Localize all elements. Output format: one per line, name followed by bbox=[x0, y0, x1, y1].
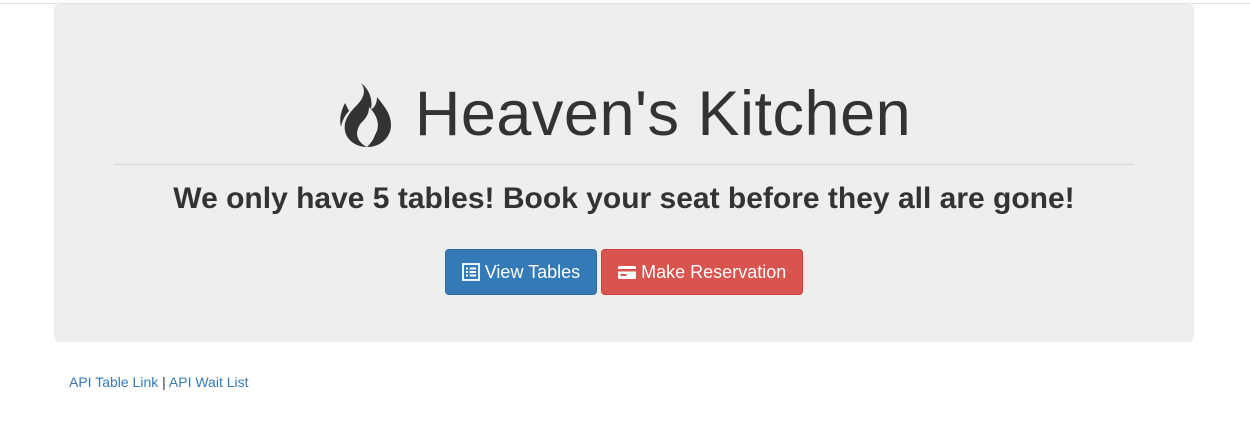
divider bbox=[114, 164, 1134, 165]
api-wait-list-link[interactable]: API Wait List bbox=[169, 374, 249, 390]
make-reservation-label: Make Reservation bbox=[641, 261, 787, 282]
footer-links: API Table Link | API Wait List bbox=[69, 374, 249, 390]
action-buttons: View Tables Make Reservation bbox=[54, 249, 1194, 295]
make-reservation-button[interactable]: Make Reservation bbox=[601, 249, 804, 295]
api-table-link[interactable]: API Table Link bbox=[69, 374, 158, 390]
fire-icon bbox=[340, 83, 391, 147]
view-tables-label: View Tables bbox=[484, 261, 581, 282]
link-separator: | bbox=[162, 374, 166, 390]
credit-card-icon bbox=[618, 266, 637, 279]
site-title: Heaven's Kitchen bbox=[414, 79, 912, 149]
jumbotron: Heaven's Kitchen We only have 5 tables! … bbox=[54, 4, 1194, 342]
title-row: Heaven's Kitchen bbox=[54, 64, 1194, 164]
list-alt-icon bbox=[461, 263, 480, 281]
tagline: We only have 5 tables! Book your seat be… bbox=[173, 182, 1075, 215]
view-tables-button[interactable]: View Tables bbox=[444, 249, 598, 295]
